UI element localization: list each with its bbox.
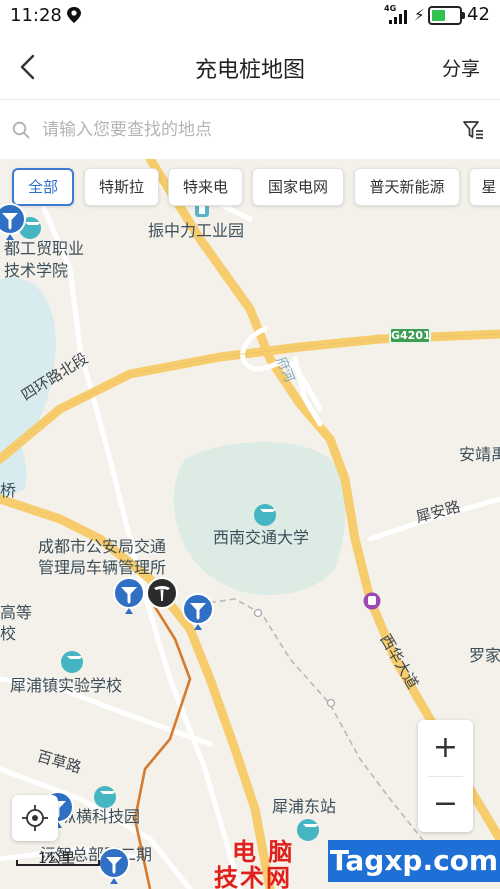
map-label-police-line2: 管理局车辆管理所 — [38, 558, 167, 577]
search-input[interactable] — [42, 113, 442, 147]
subway-icon — [363, 592, 381, 610]
filter-chip[interactable]: 特来电 — [168, 168, 243, 206]
map-label-luojia: 罗家 — [469, 646, 500, 665]
app-header: 充电桩地图 分享 — [0, 34, 500, 100]
zoom-in-button[interactable]: + — [418, 720, 473, 776]
charging-station-icon[interactable] — [0, 203, 26, 243]
map-label-police-line1: 成都市公安局交通 — [38, 537, 167, 556]
battery-icon — [428, 6, 462, 25]
scale-line — [16, 860, 100, 866]
poi-icon — [94, 786, 116, 808]
map-label-xipu-school: 犀浦镇实验学校 — [10, 676, 123, 695]
locate-icon — [22, 805, 48, 831]
page-title: 充电桩地图 — [194, 58, 305, 83]
map-label-zhenzhongli: 振中力工业园 — [148, 221, 245, 240]
battery-cap — [462, 12, 465, 19]
watermark: 电 脑 技术网 Tagxp.com — [214, 832, 500, 889]
charging-bolt-icon: ⚡ — [414, 6, 425, 24]
charging-station-icon[interactable] — [113, 577, 145, 617]
watermark-site: Tagxp.com — [328, 840, 500, 882]
highway-shield: G4201 — [389, 327, 431, 344]
tesla-icon[interactable] — [146, 577, 178, 617]
zoom-out-button[interactable]: − — [418, 776, 473, 832]
filter-chip[interactable]: 特斯拉 — [84, 168, 159, 206]
share-button[interactable]: 分享 — [442, 54, 480, 81]
map-label-xipu-east: 犀浦东站 — [272, 797, 337, 816]
status-bar: 11:28 4G ⚡ 42 — [0, 0, 500, 34]
filter-icon[interactable] — [462, 119, 484, 141]
map-label-gaodeng-line1: 高等 — [0, 603, 33, 622]
filter-chip[interactable]: 国家电网 — [252, 168, 344, 206]
notification-app-icon — [67, 7, 81, 23]
chevron-left-icon[interactable] — [14, 52, 44, 82]
zoom-control: + − — [418, 720, 473, 832]
poi-icon — [254, 504, 276, 526]
status-time: 11:28 — [10, 5, 62, 26]
map-label-anjing: 安靖禹 — [459, 445, 500, 464]
battery-level: 42 — [467, 4, 490, 25]
filter-chip[interactable]: 全部 — [12, 168, 74, 206]
filter-chip[interactable]: 星 — [469, 168, 500, 206]
scale-bar: 1公里 — [16, 848, 106, 868]
map-label-gaodeng-line2: 校 — [0, 624, 17, 643]
battery-fill — [432, 10, 445, 21]
search-icon — [12, 121, 30, 139]
map-view[interactable]: G4201 振中力工业园 都工贸职业 技术学院 四环路北段 府河 桥 安靖禹 西… — [0, 159, 500, 889]
map-label-college-line2: 技术学院 — [4, 261, 69, 280]
filter-chip-bar: 全部 特斯拉 特来电 国家电网 普天新能源星 — [0, 168, 500, 208]
search-bar — [0, 101, 500, 159]
locate-button[interactable] — [12, 795, 58, 841]
watermark-line2: 技术网 — [214, 864, 292, 889]
charging-station-icon[interactable] — [182, 593, 214, 633]
map-label-qiao: 桥 — [0, 481, 17, 500]
map-label-swjtu: 西南交通大学 — [213, 528, 310, 547]
poi-icon — [61, 651, 83, 673]
filter-chip[interactable]: 普天新能源 — [354, 168, 460, 206]
signal-icon — [389, 10, 407, 24]
